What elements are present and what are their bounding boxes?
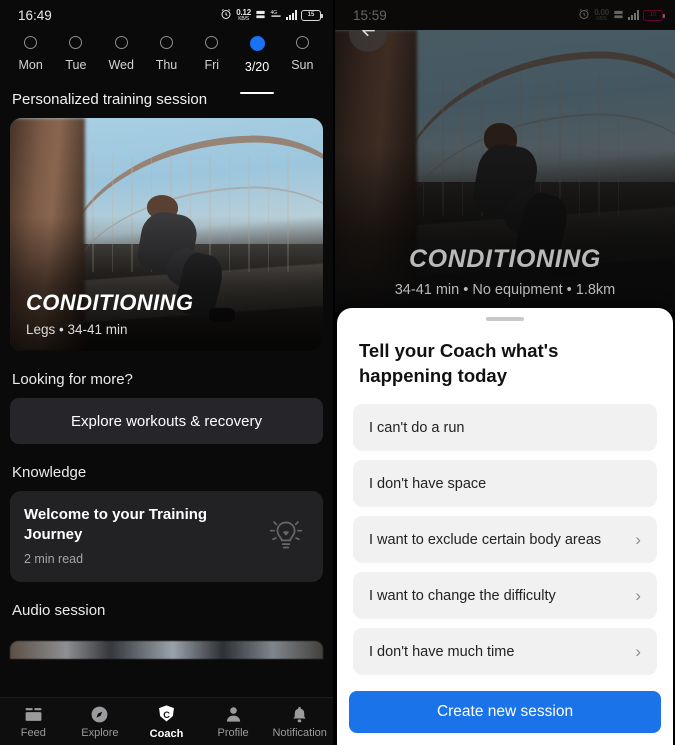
svg-text:4G: 4G (271, 10, 278, 16)
day-item-mon[interactable]: Mon (8, 36, 53, 88)
network-rate-indicator: 0.00 KB/S (594, 7, 609, 22)
audio-session-label: Audio session (12, 601, 106, 619)
tab-feed[interactable]: Feed (0, 705, 67, 739)
network-rate-indicator: 0.12 KB/S (236, 7, 251, 22)
knowledge-label: Knowledge (12, 464, 87, 481)
tab-notification[interactable]: Notification (266, 705, 333, 739)
sheet-title: Tell your Coach what's happening today (359, 339, 559, 386)
looking-for-more-label: Looking for more? (12, 371, 133, 388)
tab-coach[interactable]: C Coach (133, 704, 200, 740)
tab-explore[interactable]: Explore (67, 705, 134, 739)
battery-icon: 10 (643, 9, 665, 21)
day-label: 3/20 (244, 60, 270, 74)
day-label: Tue (65, 58, 87, 72)
card-meta: Legs • 34-41 min (26, 322, 128, 337)
option-label: I want to change the difficulty (369, 587, 556, 604)
day-item-fri[interactable]: Fri (189, 36, 234, 88)
day-dot (205, 36, 219, 49)
left-status-bar: 16:49 0.12 KB/S 4G 15 (0, 0, 333, 30)
coach-bottom-sheet: Tell your Coach what's happening today I… (337, 308, 673, 745)
tab-label: Coach (149, 727, 184, 740)
day-dot (69, 36, 83, 49)
day-dot-selected (249, 36, 265, 51)
alarm-icon (578, 8, 590, 23)
knowledge-card[interactable]: Welcome to your Training Journey 2 min r… (10, 491, 323, 582)
tab-label: Explore (81, 726, 119, 739)
hero-meta: 34-41 min • No equipment • 1.8km (394, 282, 616, 298)
status-time: 15:59 (353, 7, 387, 23)
signal-bars-icon (286, 10, 297, 20)
option-label: I don't have much time (369, 643, 515, 660)
training-session-card[interactable]: CONDITIONING Legs • 34-41 min (10, 118, 323, 351)
audio-session-card-preview[interactable] (10, 640, 323, 659)
mobile-data-icon: 4G (270, 8, 282, 23)
tab-label: Feed (20, 726, 46, 739)
card-title: CONDITIONING (26, 290, 194, 315)
tab-label: Notification (272, 726, 327, 739)
knowledge-section: Knowledge Welcome to your Training Journ… (0, 464, 333, 582)
day-dot (24, 36, 38, 49)
compass-icon (90, 705, 109, 724)
looking-for-more-section: Looking for more? Explore workouts & rec… (0, 371, 333, 444)
vpn-icon (613, 8, 624, 23)
day-label: Sun (291, 58, 314, 72)
chevron-right-icon: › (635, 586, 641, 606)
day-item-tue[interactable]: Tue (53, 36, 98, 88)
day-dot (114, 36, 128, 49)
knowledge-card-subtitle: 2 min read (24, 551, 84, 566)
option-label: I want to exclude certain body areas (369, 531, 602, 548)
knowledge-card-title: Welcome to your Training Journey (24, 506, 208, 543)
workout-hero-banner: CONDITIONING 34-41 min • No equipment • … (335, 30, 675, 312)
tab-label: Profile (217, 726, 249, 739)
audio-session-section: Audio session (0, 602, 333, 659)
signal-bars-icon (628, 10, 639, 20)
vpn-icon (255, 8, 266, 23)
page-title: Personalized training session (12, 91, 208, 108)
left-phone-screen: 16:49 0.12 KB/S 4G 15 Mon Tue Wed Thu Fr… (0, 0, 335, 745)
bottom-tab-bar[interactable]: Feed Explore C Coach Profile Notificatio… (0, 697, 333, 745)
day-item-sun[interactable]: Sun (280, 36, 325, 88)
tab-profile[interactable]: Profile (200, 705, 267, 739)
option-change-difficulty[interactable]: I want to change the difficulty › (353, 572, 657, 620)
dual-phone-screenshot: 16:49 0.12 KB/S 4G 15 Mon Tue Wed Thu Fr… (0, 0, 675, 745)
coach-options-list: I can't do a run I don't have space I wa… (337, 388, 673, 676)
feed-icon (24, 705, 43, 724)
lightbulb-icon (263, 512, 309, 558)
svg-text:C: C (163, 710, 170, 720)
option-label: I don't have space (369, 475, 487, 492)
day-dot (159, 36, 173, 49)
bell-icon (290, 705, 309, 724)
alarm-icon (220, 8, 232, 23)
day-label: Thu (155, 58, 178, 72)
day-item-wed[interactable]: Wed (99, 36, 144, 88)
option-dont-have-space[interactable]: I don't have space (353, 460, 657, 508)
option-label: I can't do a run (369, 419, 465, 436)
hero-title: CONDITIONING (409, 245, 601, 273)
create-new-session-button[interactable]: Create new session (349, 691, 661, 733)
day-dot (295, 36, 309, 49)
right-status-bar: 15:59 0.00 KB/S 10 (335, 0, 675, 30)
day-label: Mon (18, 58, 43, 72)
option-cant-do-a-run[interactable]: I can't do a run (353, 404, 657, 452)
week-day-selector[interactable]: Mon Tue Wed Thu Fri 3/20 Sun (0, 30, 333, 94)
chevron-right-icon: › (635, 530, 641, 550)
left-scroll-content[interactable]: Personalized training session CONDITIONI… (0, 88, 333, 697)
day-item-thu[interactable]: Thu (144, 36, 189, 88)
day-label: Wed (108, 58, 134, 72)
option-exclude-body-areas[interactable]: I want to exclude certain body areas › (353, 516, 657, 564)
status-time: 16:49 (18, 7, 52, 23)
explore-workouts-button[interactable]: Explore workouts & recovery (10, 398, 323, 444)
battery-icon: 15 (301, 9, 323, 21)
coach-badge-icon: C (156, 704, 177, 725)
chevron-right-icon: › (635, 642, 641, 662)
option-dont-have-much-time[interactable]: I don't have much time › (353, 628, 657, 676)
right-phone-screen: 15:59 0.00 KB/S 10 CONDITIONING 34-41 mi… (335, 0, 675, 745)
day-label: Fri (204, 58, 220, 72)
day-item-selected[interactable]: 3/20 (234, 36, 279, 94)
person-icon (224, 705, 243, 724)
